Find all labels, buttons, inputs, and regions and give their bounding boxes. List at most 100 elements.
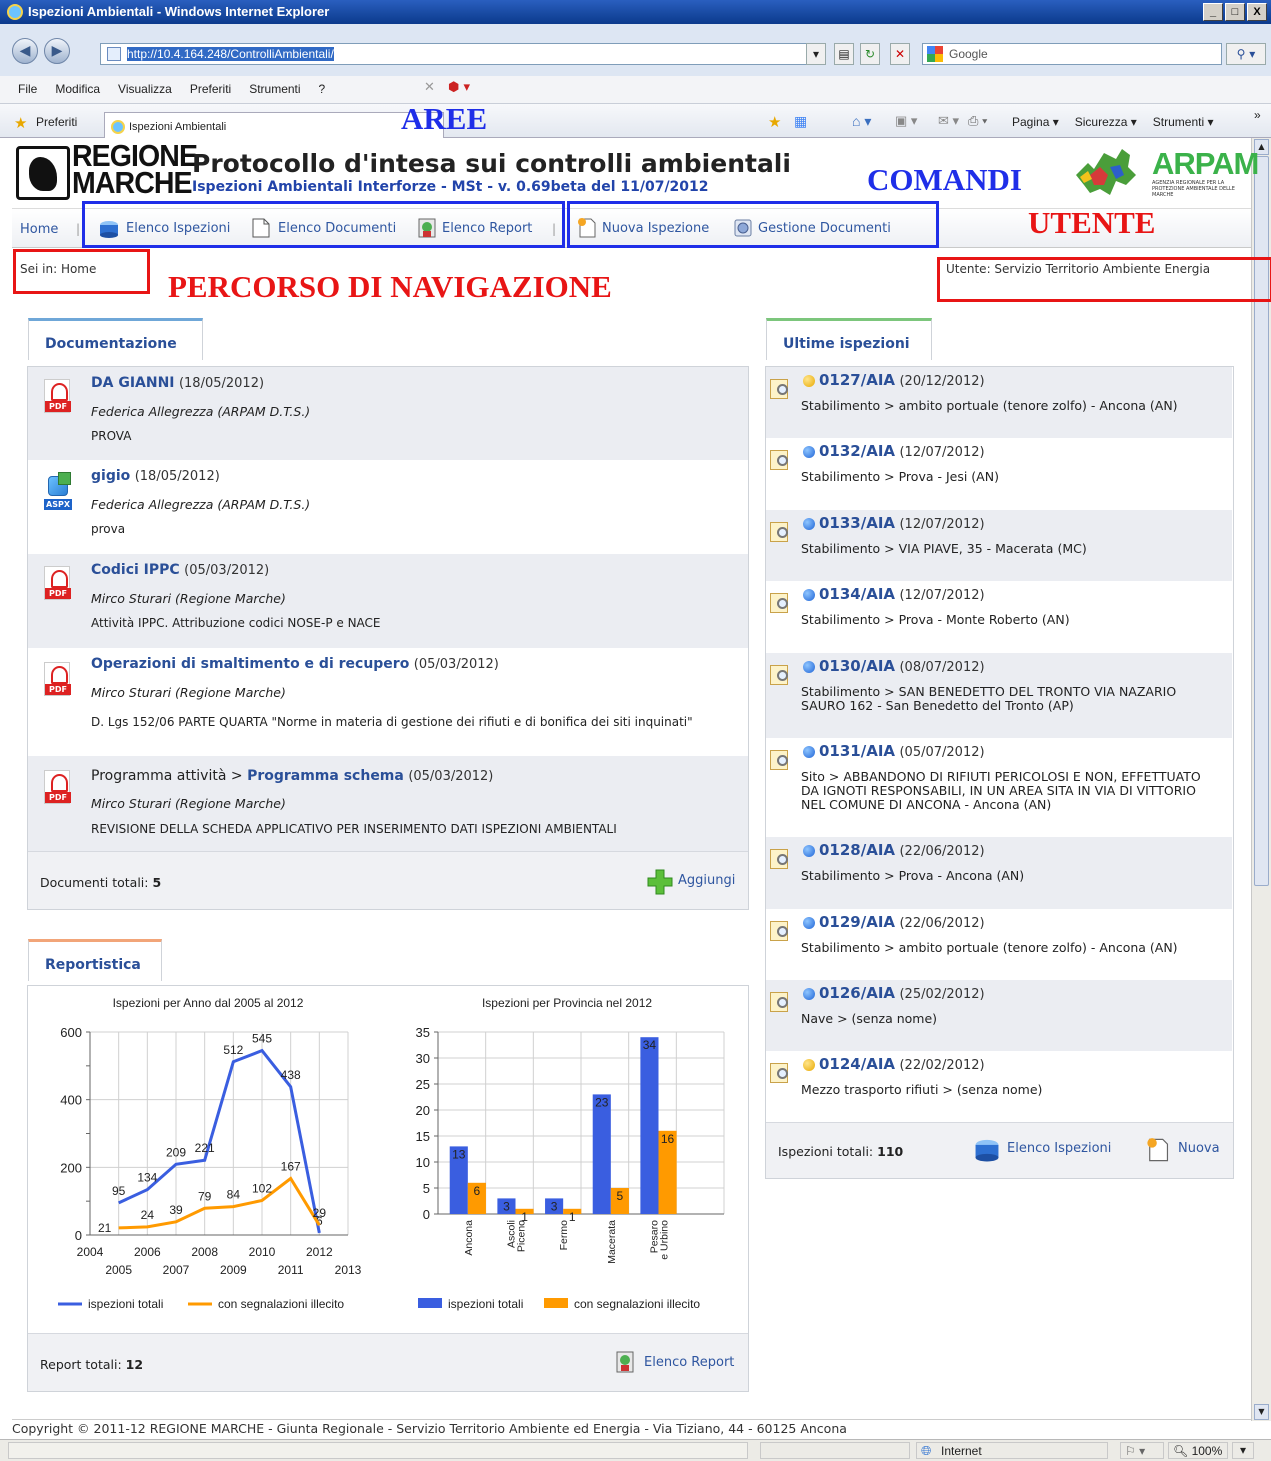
menu-close-icon[interactable]: ✕ (424, 80, 435, 95)
document-author: Mirco Sturari (Regione Marche) (91, 796, 286, 811)
menu-file[interactable]: File (18, 82, 37, 103)
inspection-magnifier-icon[interactable] (768, 591, 794, 615)
inspection-code-link[interactable]: 0132/AIA (819, 442, 895, 460)
inspection-code-link[interactable]: 0133/AIA (819, 514, 895, 532)
inspection-date: (22/02/2012) (899, 1058, 985, 1073)
address-bar[interactable]: http://10.4.164.248/ControlliAmbientali/ (100, 43, 822, 65)
separator: | (76, 222, 81, 236)
window-title: Ispezioni Ambientali - Windows Internet … (28, 4, 330, 19)
tab-reportistica[interactable]: Reportistica (28, 939, 162, 981)
inspection-magnifier-icon[interactable] (768, 377, 794, 401)
document-title-link[interactable]: Operazioni di smaltimento e di recupero (91, 656, 409, 672)
document-title-link[interactable]: Programma schema (247, 768, 404, 784)
address-url: http://10.4.164.248/ControlliAmbientali/ (127, 47, 334, 61)
inspection-magnifier-icon[interactable] (768, 847, 794, 871)
favorites-star-icon[interactable]: ★ (14, 114, 27, 132)
compat-icon[interactable]: ▤ (834, 43, 854, 65)
y-tick-label: 20 (416, 1103, 430, 1118)
tab-ultime-ispezioni[interactable]: Ultime ispezioni (766, 318, 932, 360)
bar-0 (592, 1094, 611, 1214)
aspx-icon: ASPX (44, 472, 72, 510)
menu-modifica[interactable]: Modifica (55, 82, 100, 103)
inspection-code-link[interactable]: 0128/AIA (819, 841, 895, 859)
pdf-icon: PDF (44, 379, 71, 413)
document-date: (18/05/2012) (178, 376, 265, 391)
aggiungi-link[interactable]: Aggiungi (678, 873, 735, 888)
document-item: PDF Operazioni di smaltimento e di recup… (28, 648, 748, 756)
document-title-link[interactable]: Codici IPPC (91, 562, 180, 578)
print-icon[interactable]: ⎙ ▾ (968, 113, 987, 129)
browser-tab[interactable]: Ispezioni Ambientali (104, 112, 444, 138)
page-subtitle: Ispezioni Ambientali Interforze - MSt - … (192, 179, 709, 195)
pdf-icon: PDF (44, 662, 71, 696)
inspection-code-link[interactable]: 0130/AIA (819, 657, 895, 675)
inspection-magnifier-icon[interactable] (768, 748, 794, 772)
menu-visualizza[interactable]: Visualizza (118, 82, 172, 103)
home-icon[interactable]: ⌂ ▾ (852, 113, 871, 130)
vertical-scrollbar[interactable]: ▲ ▼ (1251, 138, 1271, 1421)
search-icon[interactable]: ⚲ ▾ (1226, 43, 1266, 65)
feeds-icon[interactable]: ▣ ▾ (895, 113, 917, 129)
user-label: Utente: Servizio Territorio Ambiente Ene… (946, 262, 1211, 276)
maximize-button[interactable]: □ (1225, 3, 1245, 21)
mail-icon[interactable]: ✉ ▾ (938, 113, 959, 129)
refresh-icon[interactable]: ↻ (860, 43, 880, 65)
inspection-code-link[interactable]: 0134/AIA (819, 585, 895, 603)
google-toolbar-icon[interactable]: ▦ (794, 113, 807, 130)
arpam-logo[interactable]: ARPAM (1152, 146, 1259, 182)
x-tick-label: 2012 (306, 1245, 333, 1259)
close-button[interactable]: X (1247, 3, 1267, 21)
address-dropdown-icon[interactable]: ▾ (806, 43, 826, 65)
inspection-description: Stabilimento > SAN BENEDETTO DEL TRONTO … (801, 684, 1177, 713)
scroll-down-icon[interactable]: ▼ (1254, 1404, 1269, 1420)
status-dot-icon (803, 746, 815, 758)
favorites-bar: ★ Preferiti Ispezioni Ambientali ★ ▦ ⌂ ▾… (0, 104, 1271, 138)
favorites-label[interactable]: Preferiti (36, 115, 77, 129)
y-tick-label: 600 (60, 1025, 82, 1040)
add-favorite-icon[interactable]: ★ (768, 113, 781, 131)
security-zone[interactable]: 🌐︎ Internet (916, 1442, 1108, 1459)
inspection-code-link[interactable]: 0127/AIA (819, 371, 895, 389)
inspection-code-link[interactable]: 0124/AIA (819, 1055, 895, 1073)
regione-marche-logo[interactable]: REGIONE MARCHE (72, 140, 198, 198)
elenco-ispezioni-link[interactable]: Elenco Ispezioni (1007, 1141, 1111, 1156)
ispezioni-totali: Ispezioni totali: 110 (778, 1144, 904, 1159)
zoom-dropdown-icon[interactable]: ▾ (1232, 1442, 1254, 1459)
zoom-level[interactable]: 🔍︎ 100% (1168, 1442, 1228, 1459)
window-titlebar: Ispezioni Ambientali - Windows Internet … (0, 0, 1271, 24)
nav-home[interactable]: Home (20, 222, 58, 237)
inspection-item: 0127/AIA (20/12/2012) Stabilimento > ambi… (766, 367, 1232, 438)
minimize-button[interactable]: _ (1203, 3, 1223, 21)
y-tick-label: 15 (416, 1129, 430, 1144)
document-title-link[interactable]: gigio (91, 468, 130, 484)
addon-icon[interactable]: ⬢ ▾ (448, 80, 470, 95)
menu-help[interactable]: ? (319, 82, 326, 103)
menu-strumenti[interactable]: Strumenti (249, 82, 300, 103)
cmd-pagina[interactable]: Pagina ▾ (1012, 115, 1059, 129)
inspection-magnifier-icon[interactable] (768, 990, 794, 1014)
elenco-report-link[interactable]: Elenco Report (644, 1355, 734, 1370)
inspection-magnifier-icon[interactable] (768, 663, 794, 687)
inspection-magnifier-icon[interactable] (768, 919, 794, 943)
cmd-strumenti[interactable]: Strumenti ▾ (1153, 115, 1214, 129)
inspection-code-link[interactable]: 0129/AIA (819, 913, 895, 931)
back-icon[interactable]: ◀ (12, 38, 38, 64)
inspection-magnifier-icon[interactable] (768, 520, 794, 544)
aree-highlight-box (82, 201, 565, 248)
inspection-magnifier-icon[interactable] (768, 448, 794, 472)
forward-icon[interactable]: ▶ (44, 38, 70, 64)
inspection-code-link[interactable]: 0131/AIA (819, 742, 895, 760)
menu-preferiti[interactable]: Preferiti (190, 82, 231, 103)
stop-icon[interactable]: ✕ (890, 43, 910, 65)
inspection-magnifier-icon[interactable] (768, 1061, 794, 1085)
inspection-code-link[interactable]: 0126/AIA (819, 984, 895, 1002)
chevron-more-icon[interactable]: » (1254, 108, 1261, 122)
search-input[interactable]: Google (922, 43, 1222, 65)
y-tick-label: 200 (60, 1160, 82, 1175)
cmd-sicurezza[interactable]: Sicurezza ▾ (1075, 115, 1137, 129)
tab-documentazione[interactable]: Documentazione (28, 318, 203, 360)
protected-mode-icon[interactable]: ⚐ ▾ (1120, 1442, 1164, 1459)
document-title-link[interactable]: DA GIANNI (91, 375, 175, 391)
nuova-link[interactable]: Nuova (1178, 1141, 1220, 1156)
inspection-date: (05/07/2012) (899, 745, 985, 760)
